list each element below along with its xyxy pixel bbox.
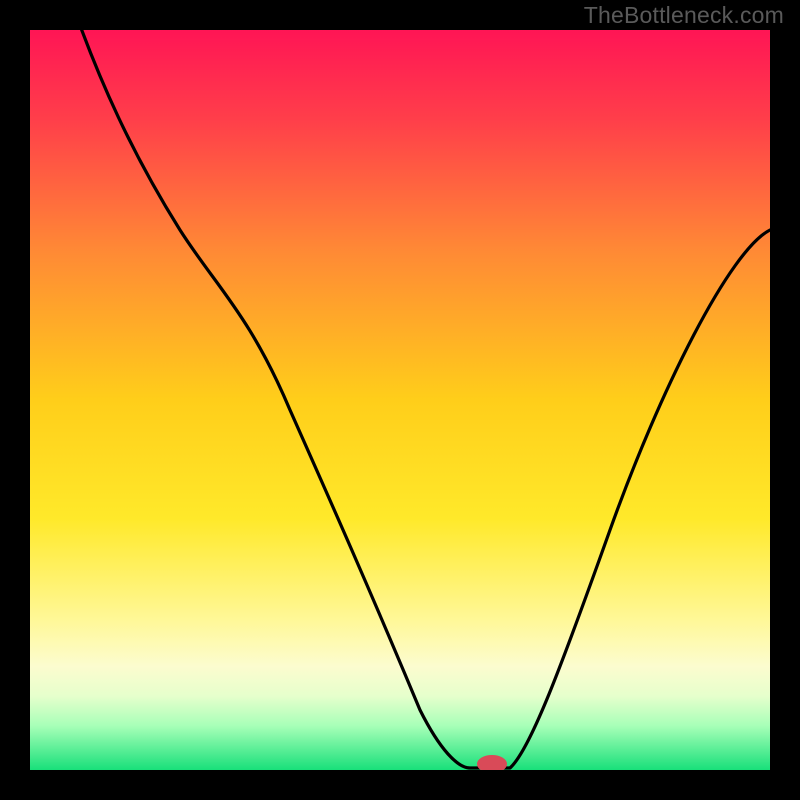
watermark-text: TheBottleneck.com: [584, 2, 784, 29]
chart-svg: [30, 30, 770, 770]
chart-frame: TheBottleneck.com: [0, 0, 800, 800]
plot-area: [30, 30, 770, 770]
